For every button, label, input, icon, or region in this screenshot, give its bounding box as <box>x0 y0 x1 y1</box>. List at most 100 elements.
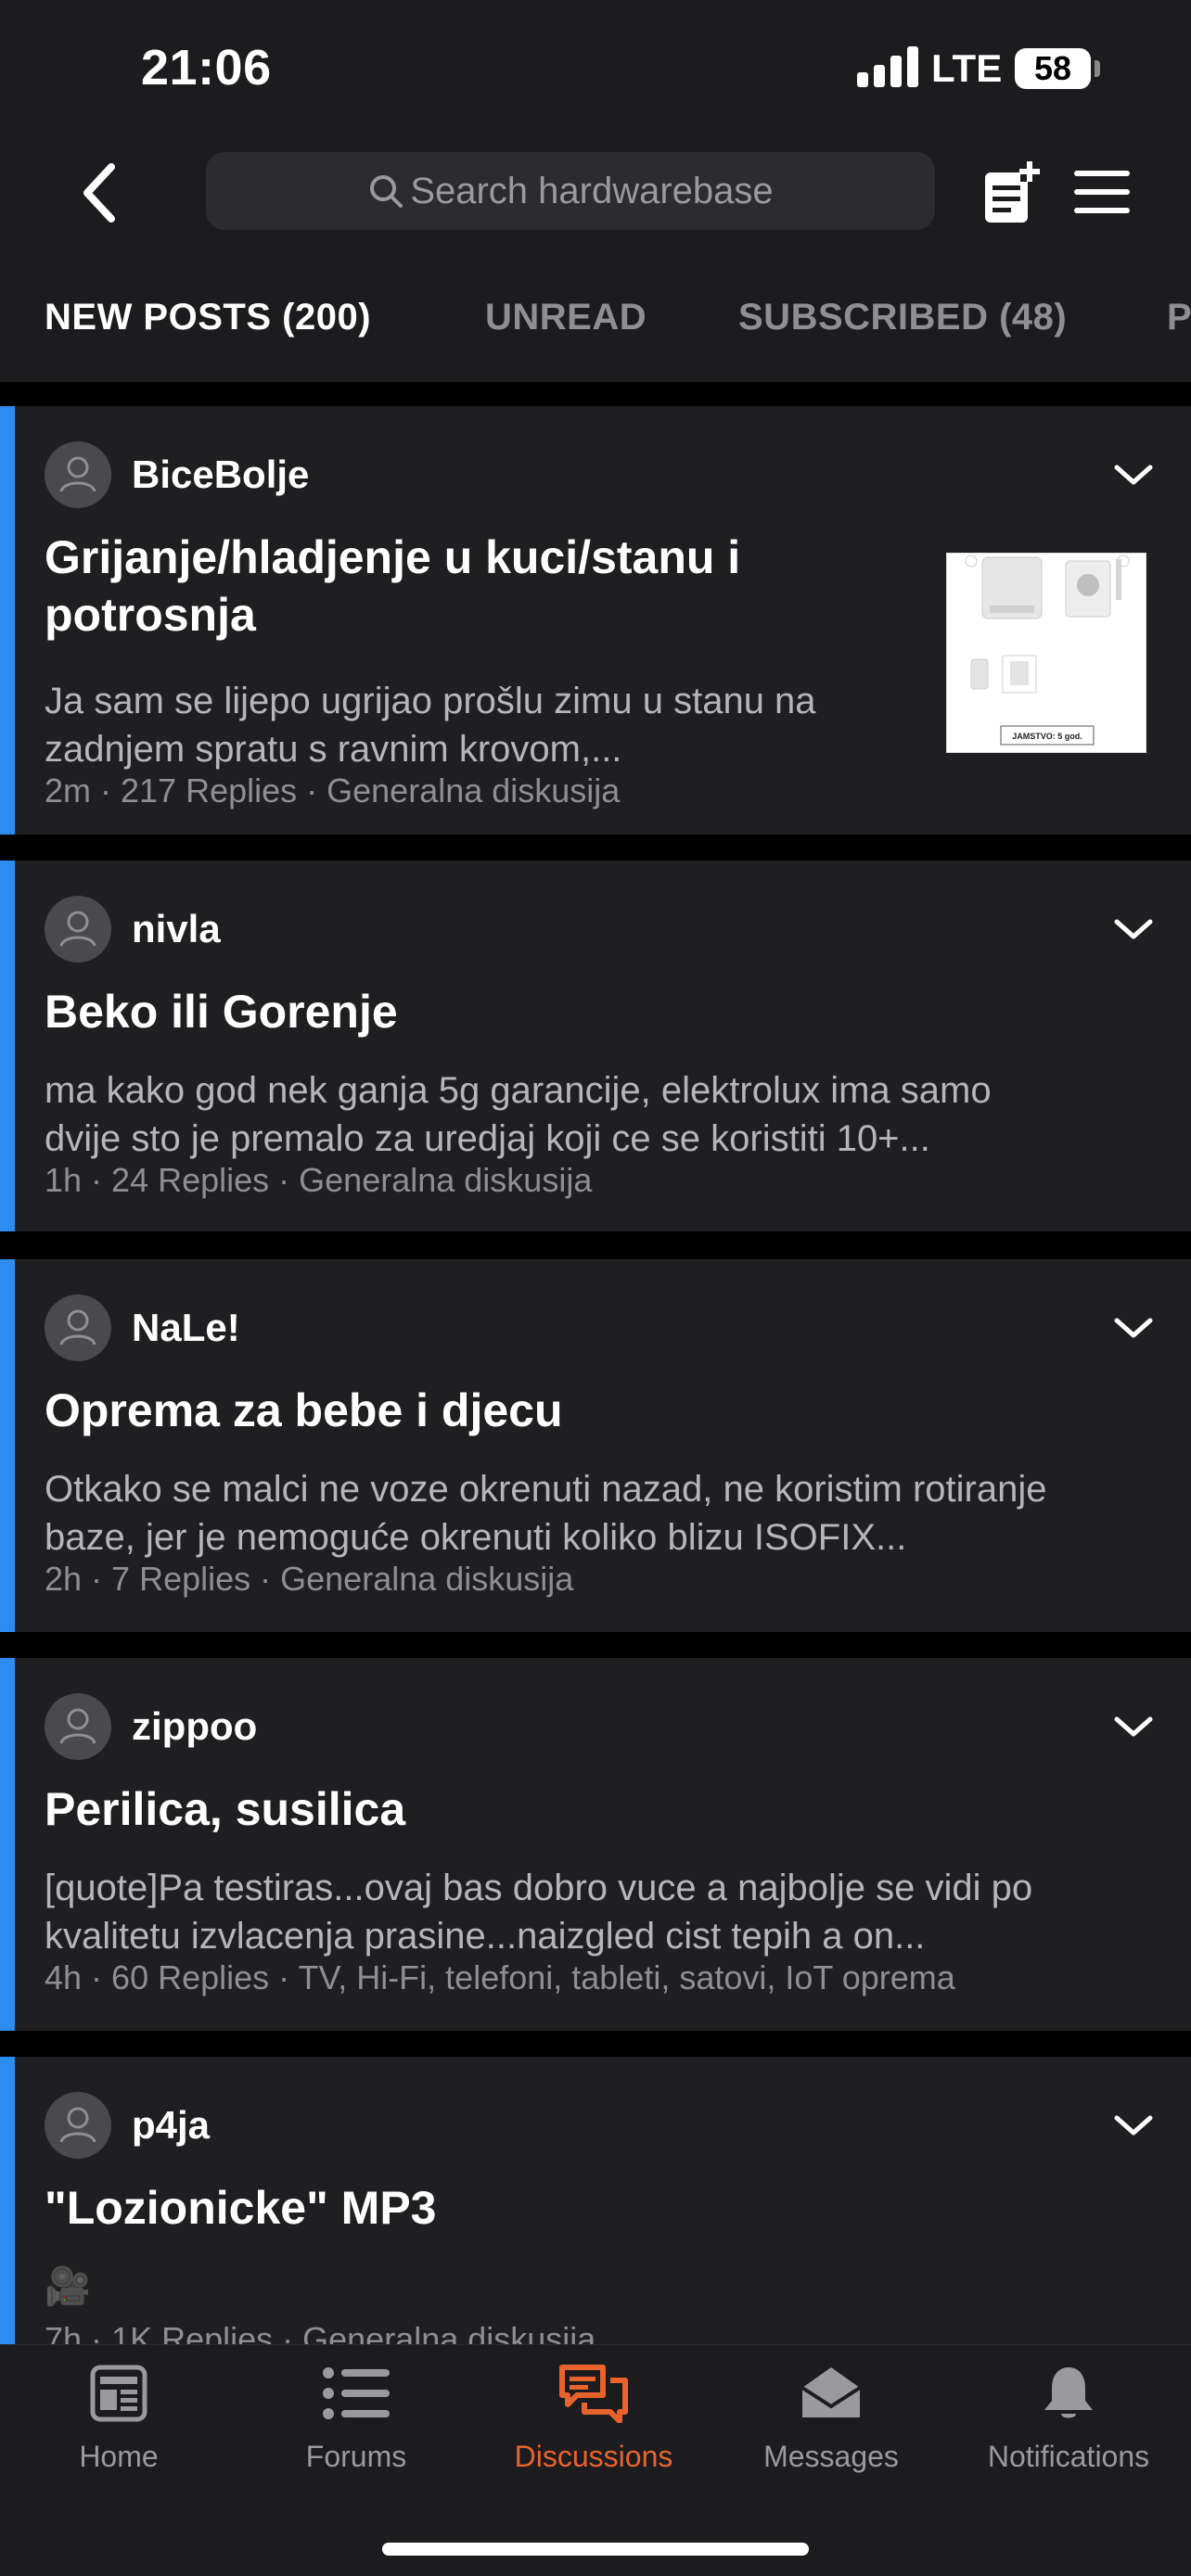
post-author[interactable]: zippoo <box>132 1704 257 1749</box>
chevron-down-icon[interactable] <box>1111 462 1156 490</box>
navigation-row: Search hardwarebase <box>0 139 1191 250</box>
post-card[interactable]: zippoo Perilica, susilica [quote]Pa test… <box>0 1658 1191 2031</box>
tab-label: Forums <box>305 2440 407 2473</box>
status-bar: 21:06 LTE 58 <box>0 0 1191 139</box>
unread-indicator <box>0 406 15 835</box>
chevron-down-icon[interactable] <box>1111 916 1156 944</box>
post-card[interactable]: nivla Beko ili Gorenje ma kako god nek g… <box>0 861 1191 1231</box>
battery-icon: 58 <box>1015 48 1091 89</box>
post-title-line: "Lozionicke" MP3 <box>45 2182 437 2234</box>
post-time: 2h <box>45 1560 83 1598</box>
post-replies: 217 Replies <box>121 772 298 810</box>
avatar[interactable] <box>45 2092 111 2159</box>
post-title-line: potrosnja <box>45 589 256 641</box>
post-replies: 1K Replies <box>111 2320 274 2344</box>
unread-indicator <box>0 861 15 1231</box>
post-excerpt: Otkako se malci ne voze okrenuti nazad, … <box>45 1465 1047 1562</box>
battery-tip <box>1095 60 1100 77</box>
post-excerpt: [quote]Pa testiras...ovaj bas dobro vuce… <box>45 1864 1032 1960</box>
user-icon <box>59 1708 96 1744</box>
post-author[interactable]: nivla <box>132 907 221 951</box>
bell-icon <box>1044 2367 1093 2418</box>
unread-indicator <box>0 1658 15 2031</box>
status-time: 21:06 <box>141 40 272 96</box>
post-forum[interactable]: Generalna diskusija <box>299 1161 592 1199</box>
post-excerpt-line: zadnjem spratu s ravnim krovom,... <box>45 729 622 770</box>
post-feed: BiceBolje Grijanje/hladjenje u kuci/stan… <box>0 382 1191 2344</box>
tab-label: Messages <box>763 2440 899 2473</box>
post-excerpt-line: ma kako god nek ganja 5g garancije, elek… <box>45 1070 992 1111</box>
post-excerpt: Ja sam se lijepo ugrijao prošlu zimu u s… <box>45 677 816 773</box>
post-title-line: Perilica, susilica <box>45 1783 406 1835</box>
post-time: 2m <box>45 772 92 810</box>
post-meta: 2h · 7 Replies · Generalna diskusija <box>45 1560 574 1598</box>
top-bar: 21:06 LTE 58 Search hardwarebase NEW POS… <box>0 0 1191 382</box>
avatar[interactable] <box>45 1294 111 1361</box>
post-title-line: Oprema za bebe i djecu <box>45 1384 563 1436</box>
user-icon <box>59 2107 96 2143</box>
chevron-down-icon[interactable] <box>1111 2112 1156 2140</box>
chevron-down-icon[interactable] <box>1111 1714 1156 1741</box>
home-icon <box>90 2365 147 2422</box>
post-card[interactable]: p4ja "Lozionicke" MP3 🎥 7h · 1K Replies … <box>0 2057 1191 2344</box>
chevron-left-icon <box>83 163 115 223</box>
tab-home[interactable]: Home <box>0 2364 237 2474</box>
tab-new-posts[interactable]: NEW POSTS (200) <box>45 297 371 338</box>
unread-indicator <box>0 1259 15 1632</box>
post-time: 4h <box>45 1958 83 1996</box>
air-conditioner-image: JAMSTVO: 5 god. <box>965 555 1130 746</box>
tab-label: Home <box>79 2440 159 2473</box>
tab-discussions[interactable]: Discussions <box>475 2364 712 2474</box>
network-label: LTE <box>931 46 1003 90</box>
tab-more[interactable]: P <box>1167 297 1191 338</box>
avatar[interactable] <box>45 896 111 963</box>
post-card[interactable]: BiceBolje Grijanje/hladjenje u kuci/stan… <box>0 406 1191 835</box>
post-excerpt-line: dvije sto je premalo za uredjaj koji ce … <box>45 1118 930 1159</box>
post-forum[interactable]: TV, Hi-Fi, telefoni, tableti, satovi, Io… <box>299 1958 955 1996</box>
post-author[interactable]: BiceBolje <box>132 453 309 497</box>
post-title[interactable]: Beko ili Gorenje <box>45 983 398 1040</box>
tab-forums[interactable]: Forums <box>237 2364 475 2474</box>
post-forum[interactable]: Generalna diskusija <box>280 1560 573 1598</box>
post-author[interactable]: NaLe! <box>132 1306 240 1350</box>
tab-messages[interactable]: Messages <box>712 2364 950 2474</box>
post-excerpt-line: Otkako se malci ne voze okrenuti nazad, … <box>45 1469 1047 1510</box>
envelope-icon <box>800 2367 862 2417</box>
post-excerpt-line: kvalitetu izvlacenja prasine...naizgled … <box>45 1916 926 1957</box>
post-title[interactable]: Perilica, susilica <box>45 1780 405 1838</box>
post-excerpt: 🎥 <box>45 2263 91 2311</box>
menu-button[interactable] <box>1072 167 1132 217</box>
user-icon <box>59 456 96 492</box>
tab-notifications[interactable]: Notifications <box>950 2364 1187 2474</box>
post-thumbnail[interactable]: JAMSTVO: 5 god. <box>946 553 1146 753</box>
post-excerpt-line: baze, jer je nemoguće okrenuti koliko bl… <box>45 1517 907 1558</box>
search-input[interactable]: Search hardwarebase <box>206 152 935 230</box>
post-time: 7h <box>45 2320 83 2344</box>
tab-label: Discussions <box>514 2440 673 2473</box>
post-forum[interactable]: Generalna diskusija <box>327 772 620 810</box>
signal-icon <box>857 46 918 87</box>
back-button[interactable] <box>65 156 139 230</box>
video-camera-emoji: 🎥 <box>45 2266 91 2307</box>
home-indicator[interactable] <box>382 2543 809 2556</box>
post-title[interactable]: Oprema za bebe i djecu <box>45 1382 563 1439</box>
tab-label: Notifications <box>987 2440 1150 2473</box>
post-title[interactable]: Grijanje/hladjenje u kuci/stanu i potros… <box>45 529 740 644</box>
post-meta: 7h · 1K Replies · Generalna diskusija <box>45 2320 596 2344</box>
avatar[interactable] <box>45 441 111 508</box>
post-card[interactable]: NaLe! Oprema za bebe i djecu Otkako se m… <box>0 1259 1191 1632</box>
new-post-button[interactable] <box>983 159 1043 224</box>
hamburger-menu-icon <box>1074 171 1130 213</box>
post-meta: 2m · 217 Replies · Generalna diskusija <box>45 772 621 810</box>
tab-subscribed[interactable]: SUBSCRIBED (48) <box>738 297 1067 338</box>
post-meta: 1h · 24 Replies · Generalna diskusija <box>45 1161 593 1199</box>
post-forum[interactable]: Generalna diskusija <box>302 2320 596 2344</box>
avatar[interactable] <box>45 1693 111 1760</box>
unread-indicator <box>0 2057 15 2344</box>
post-title[interactable]: "Lozionicke" MP3 <box>45 2179 437 2237</box>
post-author[interactable]: p4ja <box>132 2103 210 2148</box>
tab-unread[interactable]: UNREAD <box>485 297 647 338</box>
post-replies: 60 Replies <box>111 1958 270 1996</box>
post-excerpt-line: [quote]Pa testiras...ovaj bas dobro vuce… <box>45 1868 1033 1908</box>
chevron-down-icon[interactable] <box>1111 1315 1156 1343</box>
